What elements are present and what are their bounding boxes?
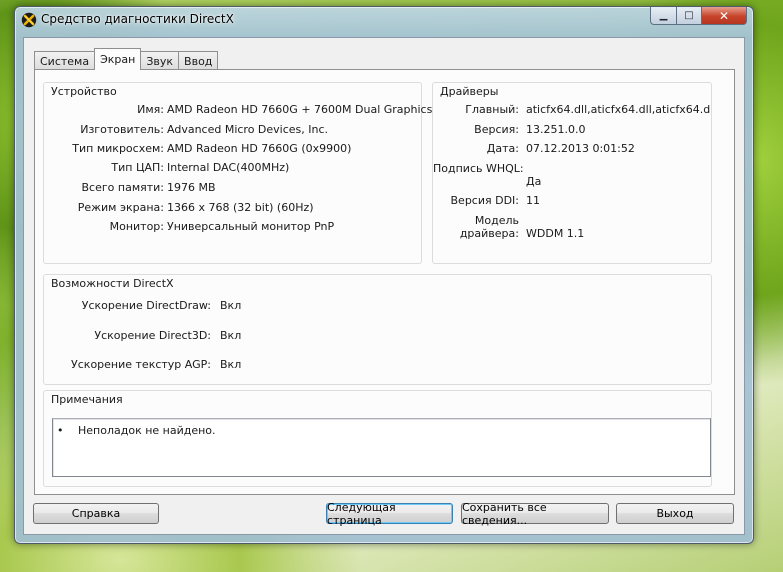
drivers-group: Драйверы Главный: aticfx64.dll,aticfx64.…: [432, 82, 712, 264]
device-name-label: Имя:: [137, 103, 164, 116]
caption-buttons: ▁ □ ✕: [650, 7, 747, 25]
total-memory-value: 1976 MB: [167, 181, 216, 194]
monitor-value: Универсальный монитор PnP: [167, 220, 335, 233]
directdraw-label: Ускорение DirectDraw:: [81, 299, 211, 312]
directx-icon: [21, 12, 37, 28]
whql-value: Да: [526, 175, 542, 188]
window-title: Средство диагностики DirectX: [41, 12, 234, 26]
driver-date-label: Дата:: [486, 142, 519, 155]
close-button[interactable]: ✕: [702, 7, 747, 25]
device-group-title: Устройство: [51, 85, 117, 98]
close-icon: ✕: [718, 8, 730, 23]
exit-button[interactable]: Выход: [616, 503, 734, 524]
note-text: Неполадок не найдено.: [78, 424, 216, 437]
direct3d-value: Вкл: [220, 329, 242, 342]
tab-display[interactable]: Экран: [94, 48, 142, 70]
maximize-button[interactable]: □: [677, 7, 702, 25]
total-memory-label: Всего памяти:: [81, 181, 164, 194]
minimize-button[interactable]: ▁: [650, 7, 677, 25]
display-tab-panel: Устройство Имя: AMD Radeon HD 7660G + 76…: [34, 69, 735, 495]
driver-model-label-line1: Модель: [474, 214, 519, 227]
note-bullet: •: [57, 424, 64, 437]
dac-type-label: Тип ЦАП:: [111, 161, 164, 174]
tab-input[interactable]: Ввод: [178, 51, 219, 70]
directx-diagnostic-window: Средство диагностики DirectX ▁ □ ✕ Систе…: [14, 6, 754, 544]
monitor-label: Монитор:: [109, 220, 164, 233]
whql-label: Подпись WHQL:: [433, 162, 524, 175]
drivers-group-title: Драйверы: [440, 85, 499, 98]
driver-version-label: Версия:: [474, 123, 519, 136]
chip-type-label: Тип микросхем:: [72, 142, 164, 155]
maximize-icon: □: [684, 10, 694, 21]
ddi-version-value: 11: [526, 194, 540, 207]
notes-group: Примечания • Неполадок не найдено.: [43, 390, 712, 487]
driver-version-value: 13.251.0.0: [526, 123, 586, 136]
tab-system[interactable]: Система: [34, 51, 96, 70]
manufacturer-value: Advanced Micro Devices, Inc.: [167, 123, 329, 136]
next-page-button[interactable]: Следующая страница: [326, 501, 453, 527]
notes-textbox[interactable]: • Неполадок не найдено.: [52, 418, 711, 477]
main-driver-value: aticfx64.dll,aticfx64.dll,aticfx64.dll,a: [526, 103, 712, 116]
directdraw-value: Вкл: [220, 299, 242, 312]
tab-sound[interactable]: Звук: [140, 51, 180, 70]
device-name-value: AMD Radeon HD 7660G + 7600M Dual Graphic…: [167, 103, 433, 116]
display-mode-label: Режим экрана:: [77, 201, 164, 214]
tab-strip: Система Экран Звук Ввод: [34, 48, 219, 70]
agp-value: Вкл: [220, 358, 242, 371]
save-all-info-button[interactable]: Сохранить все сведения...: [461, 501, 609, 527]
device-group: Устройство Имя: AMD Radeon HD 7660G + 76…: [43, 82, 432, 264]
minimize-icon: ▁: [659, 10, 668, 21]
directx-features-title: Возможности DirectX: [51, 277, 174, 290]
notes-title: Примечания: [51, 393, 123, 406]
direct3d-label: Ускорение Direct3D:: [94, 329, 211, 342]
dac-type-value: Internal DAC(400MHz): [167, 161, 290, 174]
help-button[interactable]: Справка: [33, 503, 159, 524]
chip-type-value: AMD Radeon HD 7660G (0x9900): [167, 142, 352, 155]
driver-model-label-line2: драйвера:: [459, 227, 519, 240]
display-mode-value: 1366 x 768 (32 bit) (60Hz): [167, 201, 314, 214]
title-bar[interactable]: Средство диагностики DirectX ▁ □ ✕: [15, 7, 753, 33]
directx-features-group: Возможности DirectX Ускорение DirectDraw…: [43, 274, 712, 385]
agp-label: Ускорение текстур AGP:: [71, 358, 211, 371]
driver-model-value: WDDM 1.1: [526, 227, 585, 240]
main-driver-label: Главный:: [465, 103, 519, 116]
manufacturer-label: Изготовитель:: [80, 123, 164, 136]
driver-date-value: 07.12.2013 0:01:52: [526, 142, 635, 155]
ddi-version-label: Версия DDI:: [450, 194, 520, 207]
window-client-area: Система Экран Звук Ввод Устройство Имя: …: [23, 37, 745, 535]
